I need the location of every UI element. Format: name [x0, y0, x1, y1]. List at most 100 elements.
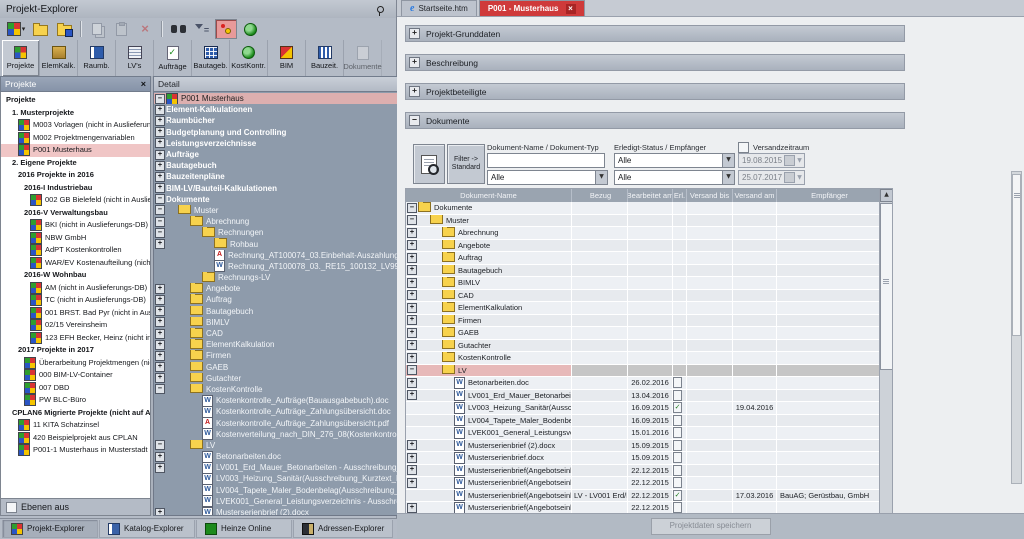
table-row[interactable]: +Auftrag	[406, 252, 880, 265]
detail-tree-item[interactable]: +ElementKalkulation	[154, 339, 428, 350]
save-project-button[interactable]: Projektdaten speichern	[651, 518, 771, 535]
erledigt-checkbox[interactable]: ✓	[673, 490, 682, 501]
empfaenger-select[interactable]: Alle ▼	[614, 170, 735, 185]
expander-icon[interactable]: +	[155, 239, 165, 249]
expander-icon[interactable]: +	[407, 328, 417, 338]
project-tree-item[interactable]: 007 DBD	[1, 382, 150, 395]
detail-tree-item[interactable]: +Firmen	[154, 350, 428, 361]
table-row[interactable]: WLVEK001_General_Leistungsverze15.01.201…	[406, 427, 880, 440]
table-row[interactable]: +ElementKalkulation	[406, 302, 880, 315]
refresh-button[interactable]	[239, 19, 261, 39]
table-row[interactable]: WLV004_Tapete_Maler_Bodenbelag16.09.2015	[406, 415, 880, 428]
expander-icon[interactable]: +	[155, 161, 165, 171]
detail-tree-item[interactable]: +Bauzeitenpläne	[154, 171, 428, 182]
panel-scrollbar[interactable]	[1011, 171, 1022, 484]
table-row[interactable]: −Dokumente	[406, 202, 880, 215]
expander-icon[interactable]: +	[155, 138, 165, 148]
expander-icon[interactable]: +	[407, 265, 417, 275]
column-header[interactable]: Erl.	[673, 189, 687, 202]
search-documents-button[interactable]	[413, 144, 445, 184]
document-tab-startseite[interactable]: eStartseite.htm	[401, 0, 477, 16]
expander-icon[interactable]: −	[155, 194, 165, 204]
erledigt-checkbox[interactable]	[673, 502, 682, 513]
expander-icon[interactable]: +	[407, 340, 417, 350]
detail-tree-item[interactable]: AKostenkontrolle_Aufträge_Zahlungsübersi…	[154, 417, 428, 428]
module-button-projekte[interactable]: Projekte	[2, 40, 40, 76]
module-button-auftrge[interactable]: Aufträge	[154, 40, 192, 76]
section-header-projektbeteiligte[interactable]: +Projektbeteiligte	[405, 83, 905, 100]
project-tree-item[interactable]: 001 BRST. Bad Pyr (nicht in Auslieferun	[1, 307, 150, 320]
column-header[interactable]: Versand bis	[687, 189, 733, 202]
dock-tab-katalog-explorer[interactable]: Katalog-Explorer	[99, 520, 195, 538]
section-header-dokumente[interactable]: −Dokumente	[405, 112, 905, 129]
flags-toggle-button[interactable]	[215, 19, 237, 39]
project-tree-item[interactable]: 2. Eigene Projekte	[1, 157, 150, 170]
doc-name-input[interactable]	[487, 153, 605, 168]
status-select[interactable]: Alle ▼	[614, 153, 735, 168]
project-tree-item[interactable]: CPLAN6 Migrierte Projekte (nicht auf Aus…	[1, 407, 150, 420]
close-icon[interactable]: ×	[141, 80, 146, 89]
module-button-elemkalk[interactable]: ElemKalk.	[40, 40, 78, 76]
erledigt-checkbox[interactable]: ✓	[673, 402, 682, 413]
table-row[interactable]: +BIMLV	[406, 277, 880, 290]
expander-icon[interactable]: +	[155, 329, 165, 339]
detail-tree-item[interactable]: WKostenkontrolle_Aufträge(Bauausgabebuch…	[154, 395, 428, 406]
project-tree-item[interactable]: 11 KITA Schatzinsel	[1, 419, 150, 432]
expander-icon[interactable]: +	[155, 463, 165, 473]
detail-tree-item[interactable]: +CAD	[154, 328, 428, 339]
expander-icon[interactable]: +	[407, 253, 417, 263]
expander-icon[interactable]: +	[155, 508, 165, 516]
detail-tree-item[interactable]: +Auftrag	[154, 294, 428, 305]
project-tree-item[interactable]: 2017 Projekte in 2017	[1, 344, 150, 357]
module-button-raumb[interactable]: Raumb.	[78, 40, 116, 76]
detail-tree-item[interactable]: +Gutachter	[154, 373, 428, 384]
dock-tab-adressen-explorer[interactable]: Adressen-Explorer	[293, 520, 393, 538]
filter-button[interactable]	[191, 19, 213, 39]
table-row[interactable]: +WMusterserienbrief(Angebotseinholung22.…	[406, 465, 880, 478]
detail-tree-item[interactable]: +BIMLV	[154, 317, 428, 328]
erledigt-checkbox[interactable]	[673, 377, 682, 388]
expander-icon[interactable]: +	[155, 340, 165, 350]
expander-icon[interactable]: +	[407, 240, 417, 250]
expander-icon[interactable]: −	[407, 203, 417, 213]
module-button-bim[interactable]: BIM	[268, 40, 306, 76]
column-header[interactable]: Bearbeitet am	[628, 189, 673, 202]
expander-icon[interactable]: −	[155, 94, 165, 104]
detail-tree-item[interactable]: WLV003_Heizung_Sanitär(Ausschreibung_Kur…	[154, 473, 428, 484]
erledigt-checkbox[interactable]	[673, 440, 682, 451]
detail-tree-item[interactable]: WLVEK001_General_Leistungsverzeichnis - …	[154, 496, 428, 507]
expander-icon[interactable]: +	[155, 105, 165, 115]
open-button[interactable]	[29, 19, 51, 39]
detail-tree-item[interactable]: +Element-Kalkulationen	[154, 104, 428, 115]
project-tree-item[interactable]: 000 BIM-LV-Container	[1, 369, 150, 382]
table-row[interactable]: −Muster	[406, 215, 880, 228]
expander-icon[interactable]: +	[407, 290, 417, 300]
expander-icon[interactable]: +	[155, 306, 165, 316]
detail-tree-item[interactable]: +BIM-LV/Bauteil-Kalkulationen	[154, 183, 428, 194]
detail-tree-item[interactable]: +Raumbücher	[154, 115, 428, 126]
column-header[interactable]: Versand am	[733, 189, 777, 202]
expander-icon[interactable]: −	[155, 228, 165, 238]
table-row[interactable]: +WBetonarbeiten.doc26.02.2016	[406, 377, 880, 390]
delete-button[interactable]	[134, 19, 156, 39]
project-tree-item[interactable]: 2016 Projekte in 2016	[1, 169, 150, 182]
project-tree-item[interactable]: Überarbeitung Projektmengen (nicht in A	[1, 357, 150, 370]
expander-icon[interactable]: −	[407, 365, 417, 375]
module-button-bautageb[interactable]: Bautageb.	[192, 40, 230, 76]
detail-tree-item[interactable]: ARechnung_AT100074_03.Einbehalt-Auszahlu…	[154, 250, 428, 261]
table-row[interactable]: +CAD	[406, 290, 880, 303]
detail-tree-item[interactable]: −Dokumente	[154, 194, 428, 205]
table-row[interactable]: +Firmen	[406, 315, 880, 328]
project-tree-item[interactable]: 02/15 Vereinsheim	[1, 319, 150, 332]
expander-icon[interactable]: −	[155, 217, 165, 227]
expander-icon[interactable]: +	[155, 150, 165, 160]
expander-icon[interactable]: +	[407, 378, 417, 388]
column-header[interactable]: Empfänger	[777, 189, 880, 202]
detail-tree-item[interactable]: WRechnung_AT100078_03._RE15_100132_LV999…	[154, 261, 428, 272]
expander-icon[interactable]: +	[155, 452, 165, 462]
module-button-bauzeit[interactable]: Bauzeit.	[306, 40, 344, 76]
project-tree-item[interactable]: NBW GmbH	[1, 232, 150, 245]
filter-standard-button[interactable]: Filter -> Standard	[447, 144, 485, 184]
project-tree-item[interactable]: 2016-V Verwaltungsbau	[1, 207, 150, 220]
detail-tree-item[interactable]: +Rohbau	[154, 238, 428, 249]
